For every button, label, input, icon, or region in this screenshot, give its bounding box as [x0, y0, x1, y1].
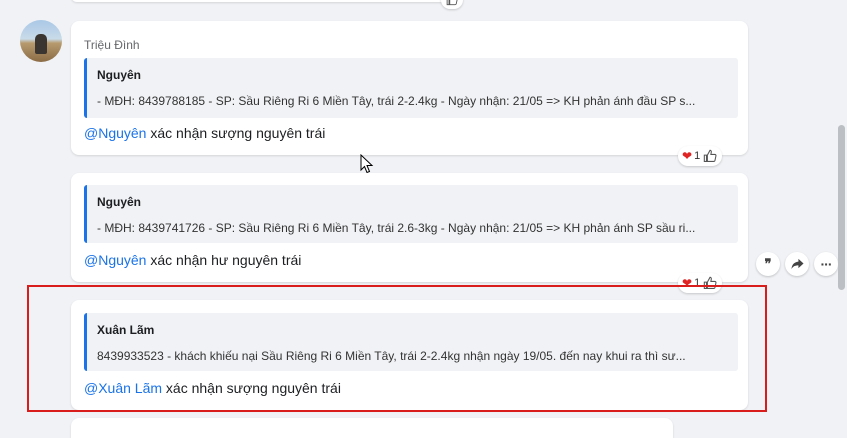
message-body: xác nhận sượng nguyên trái — [146, 125, 326, 141]
quoted-sender-name: Nguyên — [97, 195, 142, 209]
quoted-text: - MĐH: 8439741726 - SP: Sầu Riêng Ri 6 M… — [97, 221, 696, 235]
next-message-bubble — [71, 418, 673, 438]
reaction-summary[interactable]: ❤ 1 — [678, 146, 723, 166]
highlight-box — [27, 285, 767, 412]
message-bubble: Nguyên - MĐH: 8439741726 - SP: Sầu Riêng… — [71, 173, 748, 282]
quoted-sender-name: Nguyên — [97, 68, 142, 82]
message-text: @Nguyên xác nhận hư nguyên trái — [84, 252, 301, 268]
previous-message-bubble — [71, 0, 448, 2]
quoted-text: - MĐH: 8439788185 - SP: Sầu Riêng Ri 6 M… — [97, 94, 696, 108]
more-icon[interactable]: ··· — [814, 252, 838, 276]
reaction-count: 1 — [694, 150, 701, 162]
quote-reply-icon[interactable]: ❞ — [756, 252, 780, 276]
mention-link[interactable]: @Nguyên — [84, 125, 146, 141]
thumbs-up-icon — [444, 0, 460, 8]
sender-name: Triệu Đình — [84, 38, 140, 52]
quoted-message[interactable]: Nguyên - MĐH: 8439788185 - SP: Sầu Riêng… — [84, 58, 738, 118]
scrollbar-thumb[interactable] — [838, 125, 845, 290]
message-actions: ❞ ··· — [756, 252, 838, 276]
forward-icon[interactable] — [785, 252, 809, 276]
quoted-message[interactable]: Nguyên - MĐH: 8439741726 - SP: Sầu Riêng… — [84, 185, 738, 243]
message-text: @Nguyên xác nhận sượng nguyên trái — [84, 125, 325, 141]
heart-icon: ❤ — [682, 149, 693, 163]
avatar[interactable] — [20, 20, 62, 62]
message-body: xác nhận hư nguyên trái — [146, 252, 302, 268]
message-bubble: Triệu Đình Nguyên - MĐH: 8439788185 - SP… — [71, 21, 748, 155]
mention-link[interactable]: @Nguyên — [84, 252, 146, 268]
previous-like-reaction[interactable] — [441, 0, 463, 9]
thumbs-up-icon[interactable] — [702, 148, 718, 164]
